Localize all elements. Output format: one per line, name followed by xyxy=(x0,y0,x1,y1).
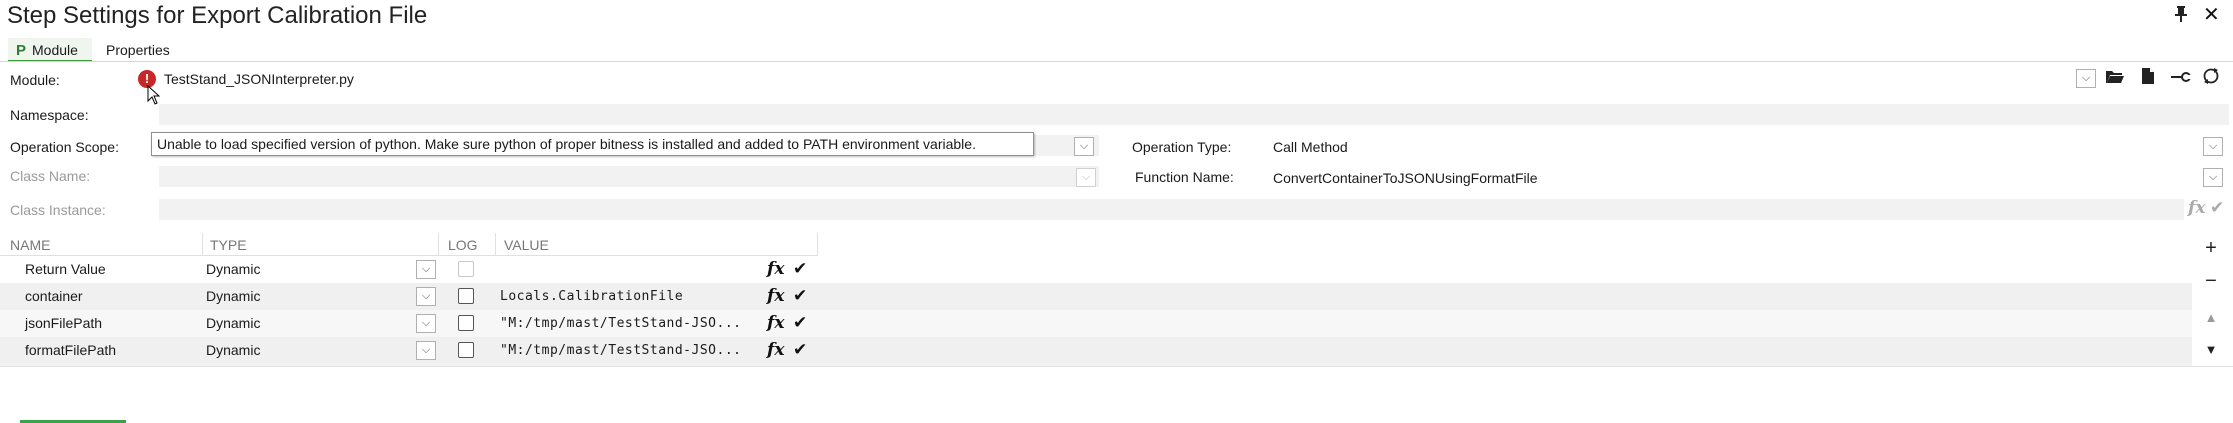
tab-properties[interactable]: Properties xyxy=(98,38,178,62)
type-dropdown-button[interactable]: ⌵ xyxy=(416,287,436,306)
grid-header-type[interactable]: TYPE xyxy=(210,236,247,254)
param-name: container xyxy=(25,288,83,304)
type-dropdown-button[interactable]: ⌵ xyxy=(416,314,436,333)
fx-icon[interactable]: fx xyxy=(767,340,784,360)
fx-icon[interactable]: fx xyxy=(767,286,784,306)
class-name-dropdown-button: ⌵ xyxy=(1076,168,1096,187)
class-name-select xyxy=(159,166,1099,187)
error-tooltip: Unable to load specified version of pyth… xyxy=(151,132,1034,156)
class-instance-input xyxy=(159,199,2184,220)
module-label: Module: xyxy=(10,72,60,88)
operation-scope-dropdown-button[interactable]: ⌵ xyxy=(1074,137,1094,156)
class-instance-check-icon: ✔ xyxy=(2210,198,2225,217)
check-icon[interactable]: ✔ xyxy=(793,340,807,360)
log-checkbox[interactable] xyxy=(458,342,474,358)
fx-icon[interactable]: fx xyxy=(767,313,784,333)
function-name-value[interactable]: ConvertContainerToJSONUsingFormatFile xyxy=(1273,168,1538,189)
panel-divider xyxy=(0,366,2233,367)
mouse-cursor-icon xyxy=(147,85,161,105)
param-value[interactable]: Locals.CalibrationFile xyxy=(500,283,683,310)
param-type[interactable]: Dynamic xyxy=(206,283,260,310)
window-title: Step Settings for Export Calibration Fil… xyxy=(7,2,428,29)
param-name: Return Value xyxy=(25,261,106,277)
class-instance-fx-icon: fx xyxy=(2188,198,2206,218)
close-icon[interactable]: ✕ xyxy=(2203,2,2220,27)
minus-icon[interactable]: − xyxy=(2199,270,2223,293)
tab-module-label: Module xyxy=(32,42,78,58)
check-icon[interactable]: ✔ xyxy=(793,286,807,306)
check-icon[interactable]: ✔ xyxy=(793,259,807,279)
module-tab-icon: P xyxy=(16,42,27,59)
log-checkbox xyxy=(458,261,474,277)
table-row[interactable]: container Dynamic ⌵ Locals.CalibrationFi… xyxy=(0,283,2192,310)
function-name-label: Function Name: xyxy=(1135,169,1234,185)
log-checkbox[interactable] xyxy=(458,315,474,331)
grid-header-value[interactable]: VALUE xyxy=(504,236,549,254)
namespace-input[interactable] xyxy=(159,104,2229,125)
operation-type-dropdown-button[interactable]: ⌵ xyxy=(2203,137,2223,156)
grid-header-log[interactable]: LOG xyxy=(448,236,478,254)
type-dropdown-button[interactable]: ⌵ xyxy=(416,260,436,279)
move-down-icon[interactable]: ▼ xyxy=(2199,342,2223,357)
operation-type-label: Operation Type: xyxy=(1132,139,1232,155)
namespace-label: Namespace: xyxy=(10,107,89,123)
operation-type-value[interactable]: Call Method xyxy=(1273,137,1348,158)
param-value[interactable]: "M:/tmp/mast/TestStand-JSO... xyxy=(500,310,741,337)
tab-properties-label: Properties xyxy=(106,42,170,58)
param-value[interactable]: "M:/tmp/mast/TestStand-JSO... xyxy=(500,337,741,364)
fx-icon[interactable]: fx xyxy=(767,259,784,279)
param-name: jsonFilePath xyxy=(25,315,103,331)
grid-header-name[interactable]: NAME xyxy=(10,236,50,254)
param-type[interactable]: Dynamic xyxy=(206,337,260,364)
type-dropdown-button[interactable]: ⌵ xyxy=(416,341,436,360)
log-checkbox[interactable] xyxy=(458,288,474,304)
edit-file-icon[interactable] xyxy=(2136,67,2160,91)
param-type[interactable]: Dynamic xyxy=(206,310,260,337)
plus-icon[interactable]: + xyxy=(2199,237,2223,260)
module-dropdown-button[interactable]: ⌵ xyxy=(2076,69,2096,88)
table-row[interactable]: formatFilePath Dynamic ⌵ "M:/tmp/mast/Te… xyxy=(0,337,2192,364)
class-instance-label: Class Instance: xyxy=(10,202,106,218)
operation-scope-label: Operation Scope: xyxy=(10,139,119,155)
param-type[interactable]: Dynamic xyxy=(206,256,260,283)
refresh-icon[interactable] xyxy=(2199,67,2223,91)
class-name-label: Class Name: xyxy=(10,168,91,184)
tab-divider xyxy=(0,61,2233,62)
module-path-value[interactable]: TestStand_JSONInterpreter.py xyxy=(164,69,354,90)
move-up-icon: ▲ xyxy=(2204,310,2218,325)
wrench-icon[interactable] xyxy=(2169,67,2193,91)
table-row[interactable]: Return Value Dynamic ⌵ fx ✔ xyxy=(0,256,2192,283)
function-name-dropdown-button[interactable]: ⌵ xyxy=(2203,168,2223,187)
param-name: formatFilePath xyxy=(25,342,117,358)
check-icon[interactable]: ✔ xyxy=(793,313,807,333)
folder-open-icon[interactable] xyxy=(2103,67,2127,91)
tab-module[interactable]: P Module xyxy=(8,38,92,62)
pin-icon[interactable] xyxy=(2174,6,2188,26)
table-row[interactable]: jsonFilePath Dynamic ⌵ "M:/tmp/mast/Test… xyxy=(0,310,2192,337)
